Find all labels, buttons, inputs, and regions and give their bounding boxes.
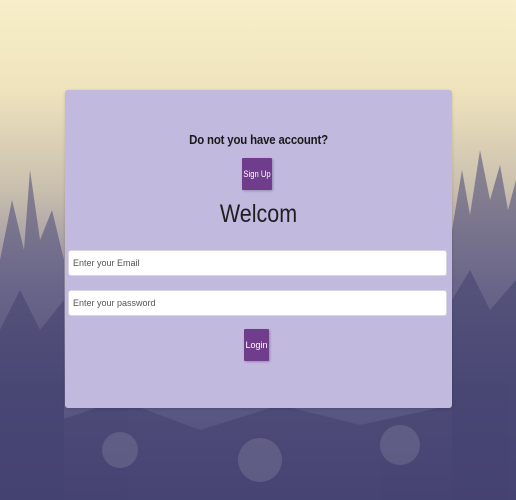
password-field[interactable] [68, 290, 447, 316]
signup-button[interactable]: Sign Up [242, 158, 272, 190]
email-field[interactable] [68, 250, 447, 276]
login-button-label: Login [245, 340, 268, 350]
signup-prompt: Do not you have account? [189, 132, 328, 147]
page-title: Welcom [219, 200, 298, 228]
login-card: Do not you have account? Sign Up Welcom … [65, 90, 452, 408]
login-button[interactable]: Login [244, 329, 269, 361]
signup-button-label: Sign Up [243, 169, 271, 179]
